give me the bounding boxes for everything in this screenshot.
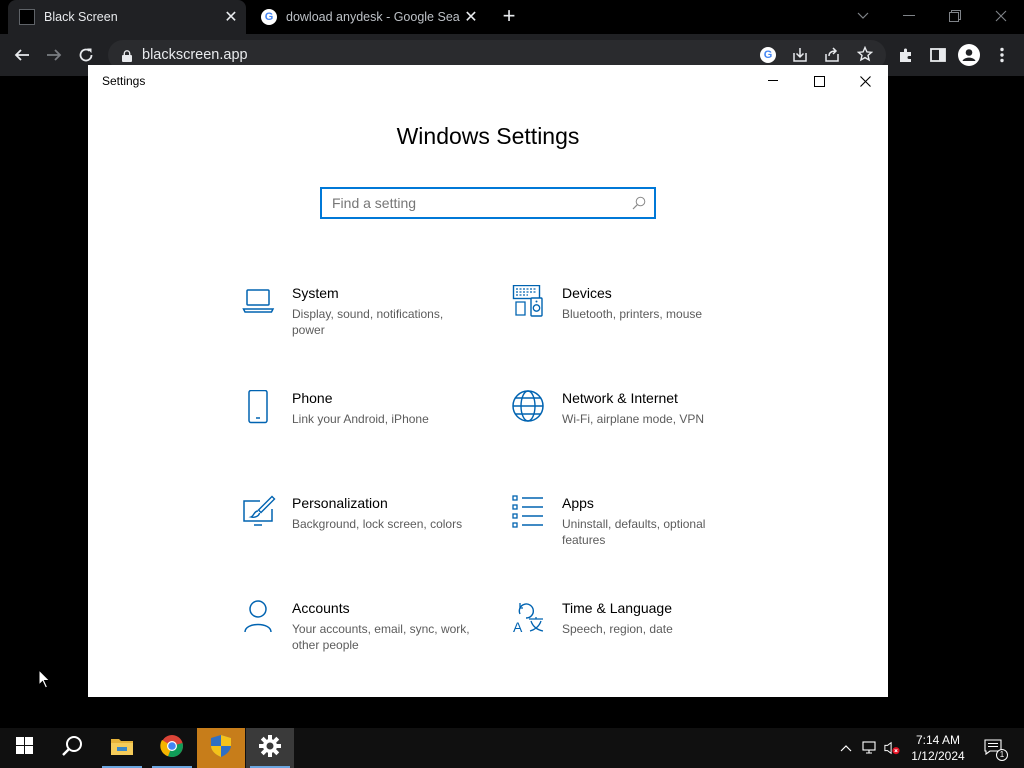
security-app-button[interactable] (197, 728, 245, 768)
tab-title: dowload anydesk - Google Search (286, 10, 460, 24)
category-label: System (292, 285, 339, 301)
restore-icon[interactable] (940, 4, 970, 28)
volume-muted-icon[interactable] (884, 740, 900, 756)
apps-list-icon (512, 495, 546, 529)
close-window-icon[interactable] (986, 4, 1016, 28)
category-label: Apps (562, 495, 594, 511)
settings-search-box[interactable] (320, 187, 656, 219)
file-explorer-button[interactable] (98, 728, 146, 768)
show-hidden-icons-chevron-icon[interactable] (838, 740, 854, 756)
close-tab-icon[interactable]: ✕ (220, 6, 242, 28)
globe-icon (512, 390, 546, 424)
mouse-pointer-icon (38, 668, 52, 689)
search-icon[interactable] (632, 196, 646, 210)
action-center-icon[interactable]: 1 (984, 739, 1008, 761)
settings-titlebar[interactable]: Settings (88, 65, 888, 97)
category-label: Network & Internet (562, 390, 678, 406)
settings-close-icon[interactable] (842, 65, 888, 97)
svg-text:A: A (513, 619, 523, 634)
extensions-puzzle-icon[interactable] (894, 43, 918, 67)
taskbar: 7:14 AM 1/12/2024 1 (0, 728, 1024, 768)
phone-icon (242, 389, 276, 424)
time-language-icon: A (512, 600, 546, 635)
new-tab-plus-icon[interactable]: + (498, 5, 520, 28)
windows-logo-icon (15, 737, 33, 759)
lock-icon (122, 49, 132, 62)
shield-icon (210, 734, 232, 763)
chrome-icon (160, 734, 184, 763)
category-phone[interactable]: Phone Link your Android, iPhone (242, 389, 492, 470)
tab-black-screen[interactable]: Black Screen ✕ (8, 0, 246, 34)
devices-icon (512, 284, 546, 319)
paint-icon (242, 495, 276, 529)
google-favicon-icon: G (261, 9, 277, 25)
browser-tab-strip: Black Screen ✕ G dowload anydesk - Googl… (0, 0, 1024, 34)
category-description: Uninstall, defaults, optional features (562, 517, 706, 547)
category-personalization[interactable]: Personalization Background, lock screen,… (242, 495, 492, 575)
category-description: Display, sound, notifications, power (292, 307, 444, 337)
category-system[interactable]: System Display, sound, notifications, po… (242, 285, 492, 365)
settings-maximize-icon[interactable] (796, 65, 842, 97)
google-lens-icon[interactable]: G (760, 47, 776, 63)
category-apps[interactable]: Apps Uninstall, defaults, optional featu… (512, 495, 762, 575)
category-label: Phone (292, 390, 333, 406)
settings-taskbar-button[interactable] (246, 728, 294, 768)
category-description: Bluetooth, printers, mouse (562, 307, 703, 321)
chrome-button[interactable] (148, 728, 196, 768)
clock-time: 7:14 AM (915, 733, 961, 747)
profile-avatar-icon[interactable] (957, 43, 981, 67)
category-devices[interactable]: Devices Bluetooth, printers, mouse (512, 284, 762, 365)
side-panel-icon[interactable] (926, 43, 950, 67)
category-description: Speech, region, date (562, 622, 673, 636)
category-time-language[interactable]: A Time & Language Speech, region, date (512, 600, 762, 680)
search-icon (61, 735, 83, 762)
laptop-icon (242, 285, 276, 319)
category-label: Time & Language (562, 600, 672, 616)
settings-window-title: Settings (102, 74, 146, 88)
category-label: Devices (562, 285, 612, 301)
person-icon (242, 600, 276, 634)
notification-count-badge: 1 (996, 749, 1008, 761)
category-description: Your accounts, email, sync, work, other … (292, 622, 470, 652)
gear-icon (259, 734, 281, 762)
reload-icon[interactable] (74, 43, 98, 67)
system-clock[interactable]: 7:14 AM 1/12/2024 (910, 732, 966, 764)
settings-minimize-icon[interactable] (750, 65, 796, 97)
tab-search-chevron-icon[interactable] (848, 4, 878, 28)
search-button[interactable] (48, 728, 96, 768)
minimize-icon[interactable] (894, 4, 924, 28)
forward-arrow-icon[interactable] (42, 43, 66, 67)
back-arrow-icon[interactable] (10, 43, 34, 67)
tab-google-search[interactable]: G dowload anydesk - Google Search ✕ (250, 0, 486, 34)
folder-icon (110, 736, 134, 761)
bookmark-star-icon[interactable] (856, 45, 874, 67)
network-icon[interactable] (862, 740, 878, 756)
category-label: Personalization (292, 495, 388, 511)
close-tab-icon[interactable]: ✕ (460, 6, 482, 28)
url-text: blackscreen.app (142, 47, 248, 63)
start-button[interactable] (0, 728, 48, 768)
page-title: Windows Settings (396, 123, 580, 149)
tab-title: Black Screen (44, 10, 118, 24)
search-input[interactable] (332, 189, 622, 217)
settings-window: Settings Windows Settings System Display… (88, 65, 888, 697)
category-description: Link your Android, iPhone (292, 412, 429, 426)
menu-kebab-icon[interactable] (990, 43, 1014, 67)
category-description: Wi-Fi, airplane mode, VPN (562, 412, 705, 426)
category-network-internet[interactable]: Network & Internet Wi-Fi, airplane mode,… (512, 390, 762, 470)
black-screen-favicon-icon (19, 9, 35, 25)
category-label: Accounts (292, 600, 350, 616)
category-accounts[interactable]: Accounts Your accounts, email, sync, wor… (242, 600, 492, 680)
clock-date: 1/12/2024 (911, 749, 965, 763)
category-description: Background, lock screen, colors (292, 517, 463, 531)
